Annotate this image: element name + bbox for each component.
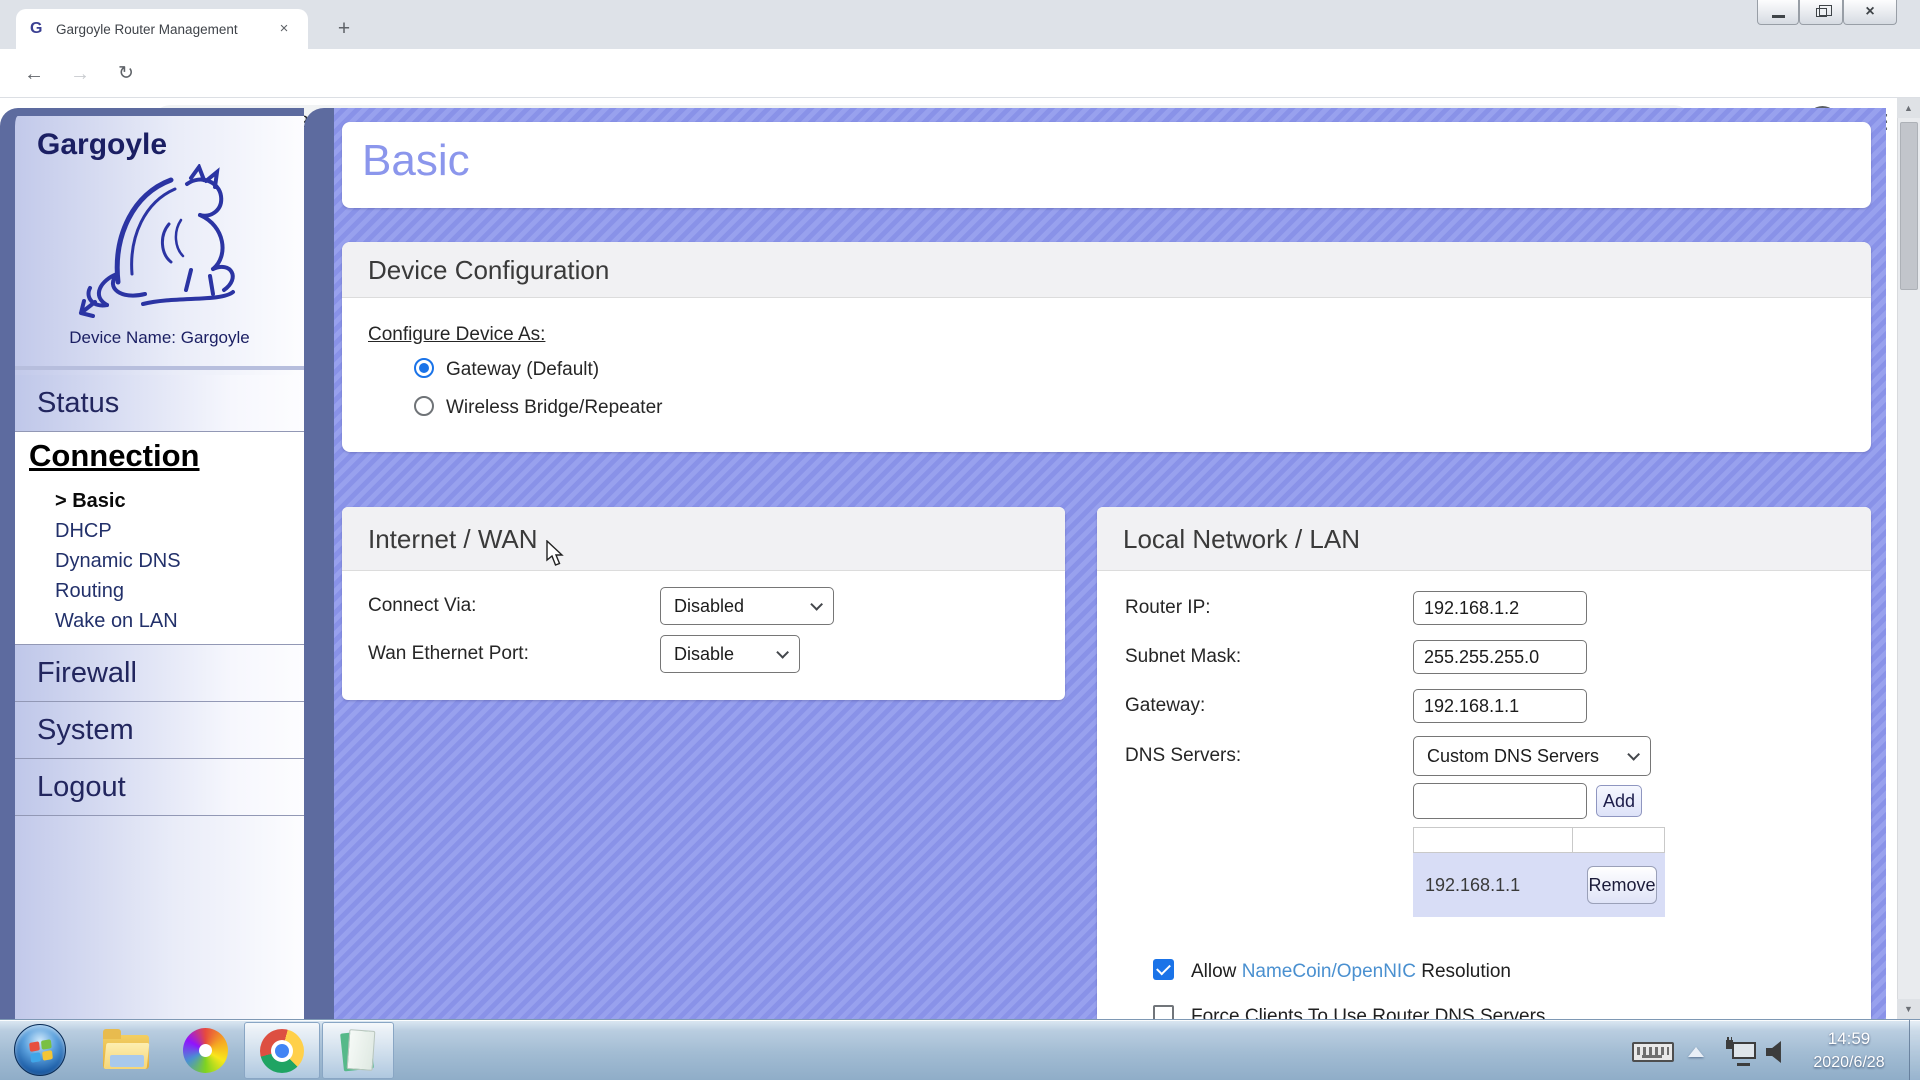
scrollbar-up-icon[interactable]: ▲ (1897, 98, 1920, 118)
input-method-keyboard-icon[interactable] (1632, 1042, 1674, 1062)
connect-via-value: Disabled (674, 596, 744, 617)
volume-tray-icon[interactable] (1766, 1041, 1788, 1063)
pinwheel-app-icon[interactable] (183, 1028, 228, 1073)
radio-bridge-label[interactable]: Wireless Bridge/Repeater (446, 397, 662, 419)
wan-port-label: Wan Ethernet Port: (368, 643, 529, 665)
tab-title: Gargoyle Router Management (56, 22, 268, 37)
router-ip-input[interactable] (1413, 591, 1587, 625)
explorer-icon[interactable] (102, 1029, 150, 1071)
windows-flag-icon (29, 1039, 53, 1063)
subnet-input[interactable] (1413, 640, 1587, 674)
notepad-icon (340, 1030, 376, 1072)
allow-namecoin-checkbox[interactable] (1153, 959, 1174, 980)
dns-table-header-cell (1413, 827, 1573, 853)
gargoyle-favicon-icon: G (30, 20, 48, 38)
taskbar: 14:59 2020/6/28 (0, 1019, 1920, 1080)
window-restore-button[interactable] (1799, 0, 1843, 25)
sidebar-item-logout[interactable]: Logout (15, 759, 304, 816)
dns-entry-ip: 192.168.1.1 (1425, 853, 1520, 917)
sidebar-item-basic[interactable]: > Basic (55, 490, 126, 513)
mouse-cursor (545, 540, 569, 568)
device-config-header: Device Configuration (342, 242, 1871, 298)
start-button[interactable] (14, 1024, 66, 1076)
sidebar-item-wake-on-lan[interactable]: Wake on LAN (55, 610, 178, 633)
lan-card: Local Network / LAN Router IP: Subnet Ma… (1097, 507, 1871, 1027)
connect-via-select[interactable]: Disabled (660, 587, 834, 625)
subnet-label: Subnet Mask: (1125, 646, 1241, 668)
allow-prefix: Allow (1191, 961, 1242, 982)
forward-icon: → (66, 60, 94, 88)
close-icon: × (1865, 4, 1874, 20)
sidebar: Gargoyle Device Name: Gargoyle Status Co… (0, 108, 304, 1019)
chevron-down-icon (776, 646, 789, 659)
reload-icon[interactable]: ↻ (112, 60, 140, 88)
clock-date: 2020/6/28 (1786, 1052, 1912, 1074)
radio-gateway-label[interactable]: Gateway (Default) (446, 359, 599, 381)
lan-header: Local Network / LAN (1097, 507, 1871, 571)
tray-expand-icon[interactable] (1688, 1047, 1704, 1057)
sidebar-item-system[interactable]: System (15, 702, 304, 759)
sidebar-divider (15, 366, 304, 370)
tab-close-icon[interactable]: × (274, 19, 294, 39)
gateway-input[interactable] (1413, 689, 1587, 723)
sidebar-item-routing[interactable]: Routing (55, 580, 124, 603)
browser-toolbar: ← → ↻ i 不安全 192.168.1.2/basic.sh G 文 ☆ ⋮ (0, 49, 1920, 98)
scrollbar-down-icon[interactable]: ▼ (1897, 999, 1920, 1019)
allow-namecoin-label[interactable]: Allow NameCoin/OpenNIC Resolution (1191, 961, 1511, 983)
configure-device-label: Configure Device As: (368, 324, 545, 346)
add-button[interactable]: Add (1596, 785, 1642, 817)
chrome-taskbar-button[interactable] (244, 1022, 320, 1079)
wan-port-select[interactable]: Disable (660, 635, 800, 673)
chevron-down-icon (1627, 748, 1640, 761)
show-desktop-button[interactable] (1909, 1020, 1920, 1080)
router-ip-label: Router IP: (1125, 597, 1211, 619)
notepad-taskbar-button[interactable] (322, 1022, 394, 1079)
gargoyle-logo-icon (73, 164, 245, 324)
gateway-label: Gateway: (1125, 695, 1205, 717)
device-config-card: Device Configuration Configure Device As… (342, 242, 1871, 452)
radio-bridge[interactable] (414, 396, 434, 416)
device-name-label: Device Name: Gargoyle (15, 328, 304, 348)
window-minimize-button[interactable] (1757, 0, 1799, 25)
page-title-card: Basic (342, 122, 1871, 208)
sidebar-item-status[interactable]: Status (15, 375, 304, 432)
sidebar-item-dhcp[interactable]: DHCP (55, 520, 112, 543)
remove-button[interactable]: Remove (1587, 866, 1657, 904)
namecoin-link[interactable]: NameCoin/OpenNIC (1242, 961, 1416, 982)
scrollbar-thumb[interactable] (1900, 122, 1918, 290)
radio-gateway[interactable] (414, 358, 434, 378)
taskbar-clock[interactable]: 14:59 2020/6/28 (1786, 1026, 1912, 1076)
dns-add-input[interactable] (1413, 783, 1587, 819)
browser-tab-strip: G Gargoyle Router Management × + × (0, 0, 1920, 49)
brand-title: Gargoyle (37, 128, 167, 162)
dns-select-value: Custom DNS Servers (1427, 746, 1599, 767)
sidebar-section-connection: Connection > Basic DHCP Dynamic DNS Rout… (15, 432, 304, 645)
network-tray-icon[interactable] (1726, 1040, 1756, 1066)
chevron-down-icon (810, 598, 823, 611)
wan-port-value: Disable (674, 644, 734, 665)
dns-select[interactable]: Custom DNS Servers (1413, 736, 1651, 776)
chrome-icon (260, 1029, 304, 1073)
sidebar-item-firewall[interactable]: Firewall (15, 645, 304, 702)
back-icon[interactable]: ← (20, 60, 48, 88)
new-tab-button[interactable]: + (330, 16, 358, 44)
dns-servers-label: DNS Servers: (1125, 745, 1241, 767)
connect-via-label: Connect Via: (368, 595, 476, 617)
browser-tab[interactable]: G Gargoyle Router Management × (16, 9, 308, 49)
wan-card: Internet / WAN Connect Via: Disabled Wan… (342, 507, 1065, 700)
sidebar-item-dynamic-dns[interactable]: Dynamic DNS (55, 550, 181, 573)
dns-table-row: 192.168.1.1 Remove (1413, 853, 1665, 917)
clock-time: 14:59 (1786, 1026, 1912, 1052)
allow-suffix: Resolution (1416, 961, 1511, 982)
wan-header: Internet / WAN (342, 507, 1065, 571)
page-title: Basic (362, 136, 470, 186)
window-close-button[interactable]: × (1843, 0, 1897, 25)
content-left-border (304, 108, 334, 1019)
dns-table-header-cell (1572, 827, 1665, 853)
restore-icon (1816, 8, 1827, 17)
sidebar-item-connection[interactable]: Connection (29, 438, 200, 474)
minimize-icon (1772, 15, 1785, 18)
